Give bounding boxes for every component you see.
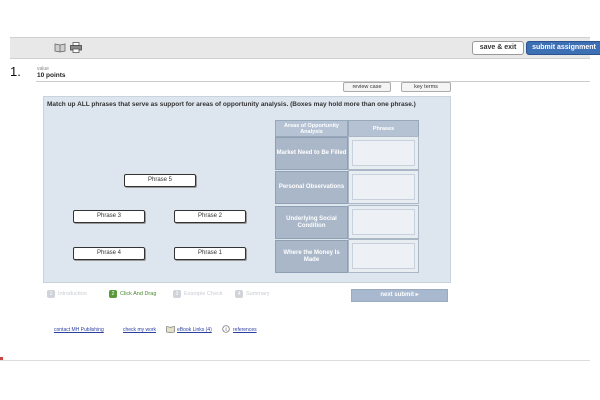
submit-assignment-button[interactable]: submit assignment (526, 41, 600, 55)
next-submit-button[interactable]: next submit ▸ (351, 289, 448, 302)
top-toolbar: save & exit submit assignment (10, 37, 600, 59)
review-case-button[interactable]: review case (343, 82, 391, 92)
step-number: 4 (235, 290, 243, 298)
svg-text:i: i (225, 327, 226, 333)
step-introduction[interactable]: 1 Introduction (47, 290, 87, 298)
question-number: 1. (10, 64, 21, 79)
area-personal-observations: Personal Observations (275, 171, 348, 204)
step-label: Introduction (58, 291, 87, 297)
step-number: 2 (109, 290, 117, 298)
step-example-check[interactable]: 3 Example Check (173, 290, 223, 298)
points-value: 10 points (37, 72, 66, 79)
ebook-links-link[interactable]: eBook Links (4) (177, 327, 212, 333)
area-where-money-is-made: Where the Money Is Made (275, 240, 348, 273)
key-terms-button[interactable]: key terms (401, 82, 451, 92)
area-underlying-social-condition: Underlying Social Condition (275, 206, 348, 239)
divider (36, 81, 590, 82)
corner-marker (0, 357, 3, 360)
phrases-column-header: Phrases (348, 120, 419, 137)
phrase-2-chip[interactable]: Phrase 2 (174, 210, 246, 223)
phrase-3-chip[interactable]: Phrase 3 (73, 210, 145, 223)
drop-zone-market-need[interactable] (348, 136, 419, 170)
contact-link[interactable]: contact MH Publishing (54, 327, 104, 333)
area-market-need: Market Need to Be Filled (275, 137, 348, 170)
references-link[interactable]: references (233, 327, 257, 333)
drop-zone-personal-observations[interactable] (348, 170, 419, 204)
instructions: Match up ALL phrases that serve as suppo… (47, 101, 416, 108)
drop-zone-where-money-is-made[interactable] (348, 239, 419, 273)
step-label: Example Check (184, 291, 223, 297)
phrase-5-chip[interactable]: Phrase 5 (124, 174, 196, 187)
areas-column-header: Areas of Opportunity Analysis (275, 120, 348, 137)
ebook-icon (166, 325, 175, 335)
step-label: Summary (246, 291, 270, 297)
step-number: 3 (173, 290, 181, 298)
footer-divider (0, 360, 590, 361)
book-icon[interactable] (54, 42, 66, 53)
save-exit-button[interactable]: save & exit (472, 41, 524, 55)
phrase-4-chip[interactable]: Phrase 4 (73, 247, 145, 260)
references-icon: i (222, 325, 230, 335)
check-my-work-link[interactable]: check my work (123, 327, 156, 333)
step-click-and-drag[interactable]: 2 Click And Drag (109, 290, 156, 298)
step-summary[interactable]: 4 Summary (235, 290, 270, 298)
step-number: 1 (47, 290, 55, 298)
step-label: Click And Drag (120, 291, 157, 297)
print-icon[interactable] (70, 42, 82, 53)
drop-zone-underlying-social-condition[interactable] (348, 205, 419, 239)
phrase-1-chip[interactable]: Phrase 1 (174, 247, 246, 260)
